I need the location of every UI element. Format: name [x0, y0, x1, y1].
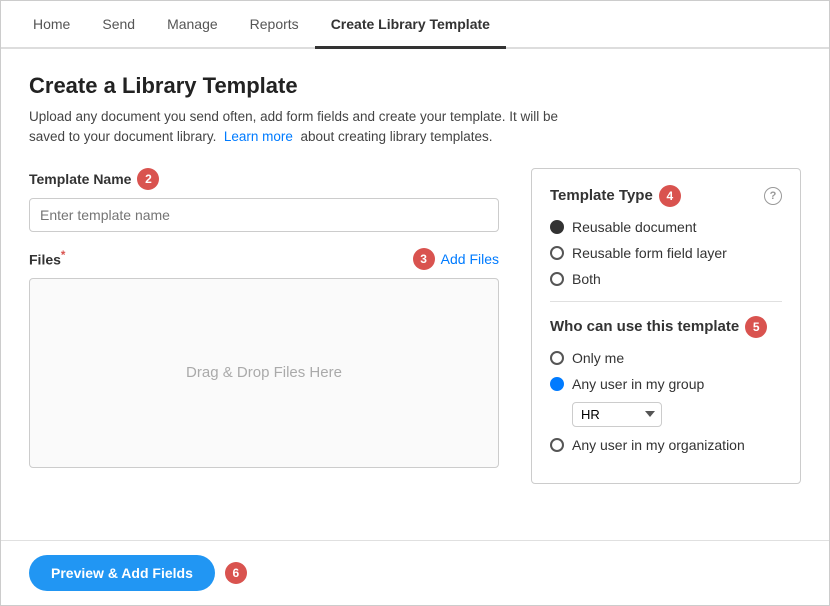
template-name-label: Template Name 2 — [29, 168, 507, 190]
radio-reusable-doc[interactable]: Reusable document — [550, 219, 782, 235]
step-3-badge: 3 — [413, 248, 435, 270]
files-section: Files* 3 Add Files Drag & Drop Files Her… — [29, 248, 507, 468]
radio-only-me[interactable]: Only me — [550, 350, 782, 366]
radio-reusable-doc-label: Reusable document — [572, 219, 697, 235]
radio-both-label: Both — [572, 271, 601, 287]
description-text1: Upload any document you send often, add … — [29, 109, 558, 124]
drop-zone[interactable]: Drag & Drop Files Here — [29, 278, 499, 468]
step-4-badge: 4 — [659, 185, 681, 207]
template-type-title: Template Type 4 ? — [550, 185, 782, 207]
radio-reusable-form-label: Reusable form field layer — [572, 245, 727, 261]
radio-any-group[interactable]: Any user in my group — [550, 376, 782, 392]
page-title: Create a Library Template — [29, 73, 801, 99]
radio-any-org[interactable]: Any user in my organization — [550, 437, 782, 453]
step-2-badge: 2 — [137, 168, 159, 190]
template-name-text: Template Name — [29, 171, 131, 187]
learn-more-link[interactable]: Learn more — [224, 129, 293, 144]
radio-any-org-label: Any user in my organization — [572, 437, 745, 453]
radio-reusable-form-circle — [550, 246, 564, 260]
main-content: Create a Library Template Upload any doc… — [1, 49, 829, 540]
description-text3: about creating library templates. — [297, 129, 493, 144]
group-dropdown-wrapper: HR Sales Marketing Engineering — [572, 402, 782, 427]
radio-reusable-doc-circle — [550, 220, 564, 234]
nav-send[interactable]: Send — [86, 2, 151, 46]
who-title: Who can use this template 5 — [550, 316, 782, 338]
divider — [550, 301, 782, 302]
nav-create-library-template[interactable]: Create Library Template — [315, 2, 506, 49]
radio-reusable-form[interactable]: Reusable form field layer — [550, 245, 782, 261]
radio-both[interactable]: Both — [550, 271, 782, 287]
step-5-badge: 5 — [745, 316, 767, 338]
radio-only-me-circle — [550, 351, 564, 365]
nav-bar: Home Send Manage Reports Create Library … — [1, 1, 829, 49]
app-container: Home Send Manage Reports Create Library … — [0, 0, 830, 606]
nav-home[interactable]: Home — [17, 2, 86, 46]
add-files-area: 3 Add Files — [413, 248, 499, 270]
radio-only-me-label: Only me — [572, 350, 624, 366]
nav-reports[interactable]: Reports — [234, 2, 315, 46]
add-files-link[interactable]: Add Files — [441, 251, 499, 267]
files-header: Files* 3 Add Files — [29, 248, 499, 270]
nav-manage[interactable]: Manage — [151, 2, 234, 46]
drop-zone-text: Drag & Drop Files Here — [186, 364, 342, 381]
radio-any-group-circle — [550, 377, 564, 391]
description-text2: saved to your document library. — [29, 129, 216, 144]
radio-both-circle — [550, 272, 564, 286]
radio-any-group-label: Any user in my group — [572, 376, 704, 392]
step-6-badge: 6 — [225, 562, 247, 584]
radio-any-org-circle — [550, 438, 564, 452]
right-panel: Template Type 4 ? Reusable document Reus… — [531, 168, 801, 484]
left-panel: Template Name 2 Files* 3 Add Files — [29, 168, 507, 484]
footer-bar: Preview & Add Fields 6 — [1, 540, 829, 605]
content-layout: Template Name 2 Files* 3 Add Files — [29, 168, 801, 484]
preview-add-fields-button[interactable]: Preview & Add Fields — [29, 555, 215, 591]
template-name-input[interactable] — [29, 198, 499, 232]
help-icon[interactable]: ? — [764, 187, 782, 205]
who-section: Who can use this template 5 Only me Any … — [550, 316, 782, 453]
template-name-section: Template Name 2 — [29, 168, 507, 232]
group-dropdown[interactable]: HR Sales Marketing Engineering — [572, 402, 662, 427]
page-description: Upload any document you send often, add … — [29, 107, 801, 148]
files-label: Files* — [29, 249, 65, 268]
